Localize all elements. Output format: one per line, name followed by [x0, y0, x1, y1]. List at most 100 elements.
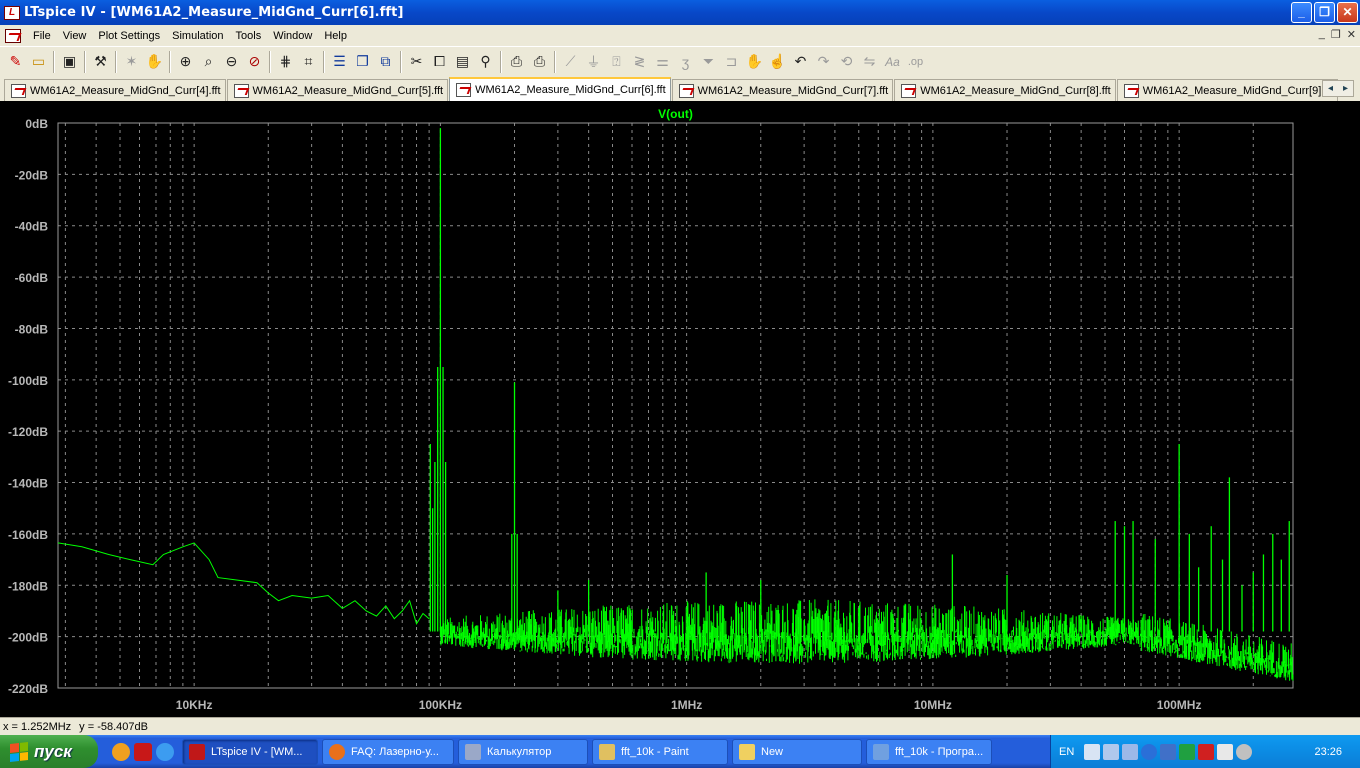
- tray-icons: [1084, 743, 1253, 760]
- control-panel-icon[interactable]: ⚒: [89, 51, 112, 73]
- cursor-x-readout: x = 1.252MHz: [3, 720, 72, 733]
- halt-icon[interactable]: ✋: [143, 51, 166, 73]
- print-icon[interactable]: ⎙: [528, 51, 551, 73]
- fft-plot[interactable]: 0dB -20dB -40dB -60dB -80dB -100dB -120dB -140d…: [0, 101, 1360, 717]
- monitor-tray-icon[interactable]: [1160, 743, 1177, 760]
- mirror-icon[interactable]: ⇋: [858, 51, 881, 73]
- ground-icon[interactable]: ⏚: [582, 51, 605, 73]
- copy-icon[interactable]: ⧠: [428, 51, 451, 73]
- task-paint[interactable]: fft_10k - Paint: [592, 738, 728, 765]
- y-tick-label: -120dB: [8, 425, 48, 439]
- media-player-icon[interactable]: [112, 742, 130, 761]
- menu-plot-settings[interactable]: Plot Settings: [92, 30, 166, 42]
- zoom-in-icon[interactable]: ⊕: [174, 51, 197, 73]
- task-calculator[interactable]: Калькулятор: [458, 738, 588, 765]
- clock: 23:26: [1314, 745, 1342, 758]
- open-icon[interactable]: ▭: [27, 51, 50, 73]
- browser-icon[interactable]: [156, 742, 174, 761]
- fit-icon[interactable]: ⌗: [297, 51, 320, 73]
- tab-curr-5[interactable]: WM61A2_Measure_MidGnd_Curr[5].fft: [226, 79, 449, 101]
- tray-expand-icon[interactable]: [1141, 743, 1158, 760]
- zoom-box-icon[interactable]: ⌕: [197, 51, 220, 73]
- cut-icon[interactable]: ✂: [405, 51, 428, 73]
- system-tray: EN 23:26: [1050, 735, 1360, 768]
- capacitor-icon[interactable]: ⚌: [651, 51, 674, 73]
- y-tick-label: 0dB: [25, 117, 48, 131]
- inductor-icon[interactable]: ʒ: [674, 51, 697, 73]
- close-button[interactable]: ✕: [1337, 2, 1358, 23]
- tab-curr-8[interactable]: WM61A2_Measure_MidGnd_Curr[8].fft: [894, 79, 1116, 101]
- plot-grid: [58, 122, 1293, 689]
- minimize-button[interactable]: _: [1291, 2, 1312, 23]
- task-label: FAQ: Лазерно-у...: [351, 745, 439, 758]
- tab-curr-6[interactable]: WM61A2_Measure_MidGnd_Curr[6].fft: [449, 77, 671, 101]
- undo-icon[interactable]: ↶: [789, 51, 812, 73]
- mdi-close-button[interactable]: ✕: [1347, 28, 1356, 41]
- menu-help[interactable]: Help: [318, 30, 353, 42]
- tile-vertical-icon[interactable]: ⧉: [374, 51, 397, 73]
- tab-curr-7[interactable]: WM61A2_Measure_MidGnd_Curr[7].fft: [671, 79, 894, 101]
- tab-scroll-right-icon[interactable]: ▸: [1343, 83, 1348, 94]
- text-icon[interactable]: Aa: [881, 51, 904, 73]
- label-icon[interactable]: ⍰: [605, 51, 628, 73]
- document-menu-icon[interactable]: [5, 28, 21, 43]
- run-icon[interactable]: ✶: [120, 51, 143, 73]
- paste-icon[interactable]: ▤: [451, 51, 474, 73]
- menu-bar: File View Plot Settings Simulation Tools…: [0, 25, 1360, 46]
- task-firefox[interactable]: FAQ: Лазерно-у...: [322, 738, 454, 765]
- rotate-icon[interactable]: ⟲: [835, 51, 858, 73]
- antivirus-tray-icon[interactable]: [1236, 743, 1253, 760]
- restore-button[interactable]: ❐: [1314, 2, 1335, 23]
- cascade-icon[interactable]: ❐: [351, 51, 374, 73]
- toolbar-separator: [169, 50, 171, 73]
- tile-horizontal-icon[interactable]: ☰: [328, 51, 351, 73]
- green-app-tray-icon[interactable]: [1179, 743, 1196, 760]
- diode-icon[interactable]: ⏷: [697, 51, 720, 73]
- trace-label-v-out[interactable]: V(out): [658, 107, 693, 121]
- autorange-icon[interactable]: ⋕: [274, 51, 297, 73]
- trace-v-out[interactable]: [57, 542, 430, 625]
- zoom-out-icon[interactable]: ⊖: [220, 51, 243, 73]
- drag-icon[interactable]: ☝: [766, 51, 789, 73]
- red-app-tray-icon[interactable]: [1198, 743, 1215, 760]
- mdi-minimize-button[interactable]: _: [1319, 28, 1325, 41]
- new-schematic-icon[interactable]: ✎: [4, 51, 27, 73]
- language-indicator[interactable]: EN: [1059, 746, 1074, 758]
- task-new-folder[interactable]: New: [732, 738, 862, 765]
- document-tabs: WM61A2_Measure_MidGnd_Curr[4].fft WM61A2…: [0, 77, 1360, 101]
- save-icon[interactable]: ▣: [58, 51, 81, 73]
- volume-tray-icon[interactable]: [1217, 743, 1234, 760]
- task-image-viewer[interactable]: fft_10k - Програ...: [866, 738, 992, 765]
- find-icon[interactable]: ⚲: [474, 51, 497, 73]
- wire-icon[interactable]: ⟋: [559, 51, 582, 73]
- spice-directive-icon[interactable]: .op: [904, 51, 927, 73]
- tab-scroll-left-icon[interactable]: ◂: [1328, 83, 1333, 94]
- menu-view[interactable]: View: [57, 30, 93, 42]
- x-tick-label: 100MHz: [1157, 698, 1202, 712]
- task-ltspice[interactable]: LTspice IV - [WM...: [182, 738, 318, 765]
- waveform-plot-pane[interactable]: 0dB -20dB -40dB -60dB -80dB -100dB -120dB -140d…: [0, 101, 1360, 717]
- safely-remove-tray-icon[interactable]: [1122, 743, 1139, 760]
- pdf-reader-icon[interactable]: [134, 742, 152, 761]
- toolbar-separator: [84, 50, 86, 73]
- ltspice-app-icon[interactable]: L: [4, 5, 20, 20]
- move-icon[interactable]: ✋: [743, 51, 766, 73]
- menu-window[interactable]: Window: [267, 30, 318, 42]
- component-icon[interactable]: ⊐: [720, 51, 743, 73]
- print-preview-icon[interactable]: ⎙: [505, 51, 528, 73]
- network-tray-icon[interactable]: [1103, 743, 1120, 760]
- zoom-cancel-icon[interactable]: ⊘: [243, 51, 266, 73]
- resistor-icon[interactable]: ≷: [628, 51, 651, 73]
- tab-curr-9[interactable]: WM61A2_Measure_MidGnd_Curr[9].fft: [1116, 79, 1339, 101]
- tab-curr-4[interactable]: WM61A2_Measure_MidGnd_Curr[4].fft: [4, 79, 226, 101]
- menu-tools[interactable]: Tools: [230, 30, 268, 42]
- printer-tray-icon[interactable]: [1084, 743, 1101, 760]
- mdi-restore-button[interactable]: ❐: [1331, 28, 1341, 41]
- tab-scroll-buttons: ◂ ▸: [1322, 80, 1354, 97]
- menu-file[interactable]: File: [27, 30, 57, 42]
- redo-icon[interactable]: ↷: [812, 51, 835, 73]
- x-tick-label: 10KHz: [176, 698, 213, 712]
- start-button[interactable]: пуск: [0, 735, 98, 768]
- waveform-icon: [233, 83, 249, 98]
- menu-simulation[interactable]: Simulation: [166, 30, 229, 42]
